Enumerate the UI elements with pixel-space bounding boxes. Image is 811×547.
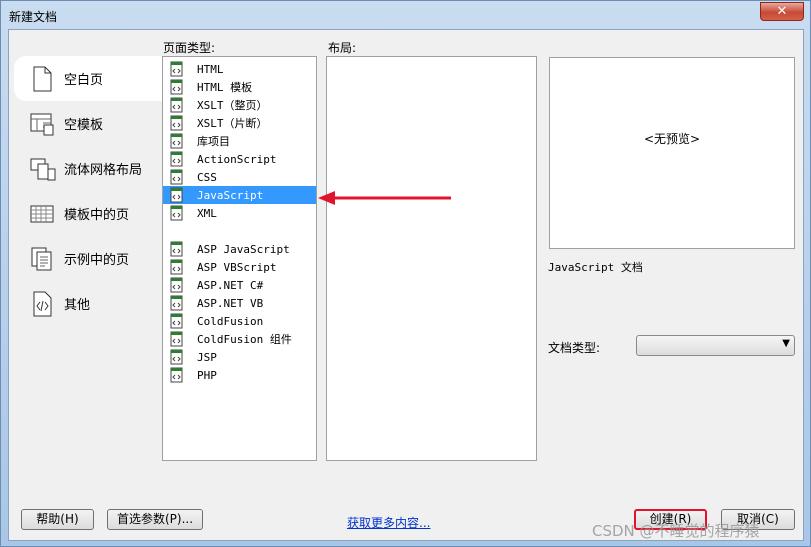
doctype-select[interactable]: ▼	[636, 335, 795, 356]
code-document-icon	[169, 259, 185, 275]
help-button[interactable]: 帮助(H)	[21, 509, 94, 530]
page-type-label-text: CSS	[197, 170, 217, 184]
window-title: 新建文档	[9, 10, 58, 24]
layout-label: 布局:	[328, 41, 357, 55]
blank-template-icon	[30, 111, 54, 137]
code-document-icon	[169, 295, 185, 311]
category-other[interactable]: 其他	[16, 281, 166, 326]
category-blank-page[interactable]: 空白页	[14, 56, 169, 101]
code-document-icon	[169, 331, 185, 347]
page-type-label-text: ASP.NET C#	[197, 278, 264, 292]
category-label: 空模板	[64, 118, 104, 133]
code-document-icon	[169, 151, 185, 167]
page-type-label-text: ColdFusion	[197, 314, 264, 328]
title-bar[interactable]: 新建文档 ✕	[1, 1, 810, 29]
page-type-label-text: XSLT（片断）	[197, 117, 268, 130]
page-type-label-text: PHP	[197, 368, 217, 382]
blank-page-icon	[30, 66, 54, 92]
code-document-icon	[169, 133, 185, 149]
chevron-down-icon: ▼	[782, 338, 790, 349]
other-icon	[30, 291, 54, 317]
page-type-label: 页面类型:	[163, 41, 216, 55]
close-button[interactable]: ✕	[760, 2, 804, 21]
page-type-label-text: JSP	[197, 350, 217, 364]
page-type-item[interactable]: PHP	[163, 366, 316, 384]
category-label: 其他	[64, 298, 91, 313]
code-document-icon	[169, 277, 185, 293]
page-type-item[interactable]: ASP VBScript	[163, 258, 316, 276]
page-from-sample-icon	[30, 246, 54, 272]
code-document-icon	[169, 169, 185, 185]
page-type-item[interactable]: JSP	[163, 348, 316, 366]
category-blank-template[interactable]: 空模板	[16, 101, 166, 146]
fluid-grid-icon	[30, 156, 56, 182]
page-type-label-text: HTML 模板	[197, 81, 253, 94]
category-sidebar: 空白页 空模板 流体网格布局 模板中的页 示例中的页 其他	[14, 56, 169, 326]
annotation-arrow	[318, 191, 451, 205]
document-description: JavaScript 文档	[548, 261, 643, 274]
page-type-item[interactable]: 库项目	[163, 132, 316, 150]
code-document-icon	[169, 97, 185, 113]
page-type-label-text: XSLT（整页）	[197, 99, 268, 112]
page-type-item[interactable]: ASP.NET VB	[163, 294, 316, 312]
new-document-dialog: 新建文档 ✕ 空白页 空模板 流体网格布局 模板中的页 示例中的页 其他 页面类…	[0, 0, 811, 547]
code-document-icon	[169, 313, 185, 329]
page-type-label-text: ASP.NET VB	[197, 296, 264, 310]
page-type-list[interactable]: HTML HTML 模板 XSLT（整页） XSLT（片断） 库项目 ActionScri…	[162, 56, 317, 461]
page-type-item[interactable]: XSLT（整页）	[163, 96, 316, 114]
page-type-label-text: HTML	[197, 62, 224, 76]
page-type-item[interactable]: ActionScript	[163, 150, 316, 168]
page-type-item[interactable]: CSS	[163, 168, 316, 186]
page-type-item[interactable]: XSLT（片断）	[163, 114, 316, 132]
code-document-icon	[169, 367, 185, 383]
watermark: CSDN @不睡觉的程序猿	[592, 522, 760, 540]
code-document-icon	[169, 79, 185, 95]
category-page-from-sample[interactable]: 示例中的页	[16, 236, 166, 281]
page-type-label-text: XML	[197, 206, 217, 220]
preview-text: <无预览>	[643, 132, 701, 146]
code-document-icon	[169, 205, 185, 221]
page-type-label-text: ColdFusion 组件	[197, 333, 292, 346]
dialog-body: 空白页 空模板 流体网格布局 模板中的页 示例中的页 其他 页面类型: HTML…	[8, 29, 804, 541]
category-page-from-template[interactable]: 模板中的页	[16, 191, 166, 236]
page-type-item[interactable]: XML	[163, 204, 316, 222]
code-document-icon	[169, 349, 185, 365]
category-label: 空白页	[64, 73, 104, 88]
page-type-item[interactable]: JavaScript	[163, 186, 316, 204]
preferences-button[interactable]: 首选参数(P)...	[107, 509, 203, 530]
page-type-label-text: ASP JavaScript	[197, 242, 290, 256]
category-label: 模板中的页	[64, 208, 130, 223]
code-document-icon	[169, 61, 185, 77]
category-label: 示例中的页	[64, 253, 130, 268]
page-from-template-icon	[30, 201, 54, 227]
page-type-item[interactable]: ColdFusion	[163, 312, 316, 330]
category-fluid-grid[interactable]: 流体网格布局	[16, 146, 166, 191]
page-type-label-text: JavaScript	[197, 188, 264, 202]
page-type-item[interactable]: HTML 模板	[163, 78, 316, 96]
page-type-label-text: ActionScript	[197, 152, 277, 166]
code-document-icon	[169, 187, 185, 203]
page-type-item[interactable]: ColdFusion 组件	[163, 330, 316, 348]
code-document-icon	[169, 115, 185, 131]
page-type-label-text: 库项目	[197, 135, 230, 148]
page-type-item[interactable]: HTML	[163, 60, 316, 78]
layout-list[interactable]	[326, 56, 537, 461]
category-label: 流体网格布局	[64, 163, 143, 178]
page-type-item[interactable]: ASP.NET C#	[163, 276, 316, 294]
code-document-icon	[169, 241, 185, 257]
doctype-label: 文档类型:	[548, 341, 601, 355]
page-type-label-text: ASP VBScript	[197, 260, 277, 274]
page-type-item[interactable]: ASP JavaScript	[163, 240, 316, 258]
preview-pane: <无预览>	[549, 57, 795, 249]
get-more-content-link[interactable]: 获取更多内容...	[347, 514, 430, 531]
